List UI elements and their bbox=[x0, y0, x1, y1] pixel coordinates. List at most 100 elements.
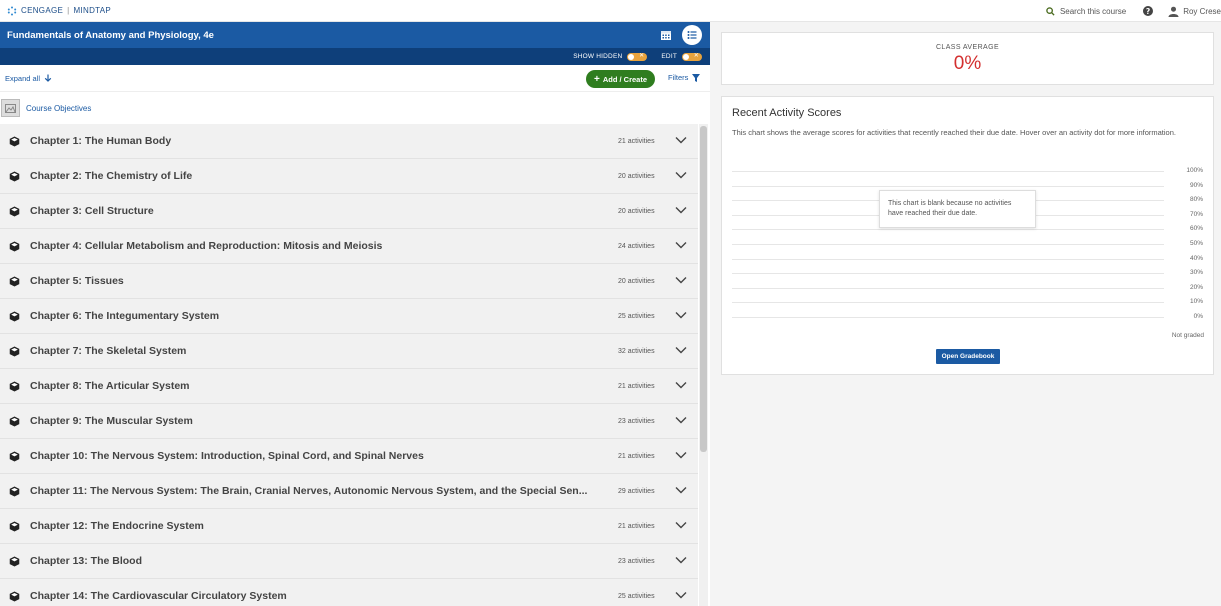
chart-gridline bbox=[732, 317, 1164, 318]
open-gradebook-button[interactable]: Open Gradebook bbox=[936, 349, 1000, 364]
brand-logo[interactable]: CENGAGE | MINDTAP bbox=[7, 6, 111, 16]
scrollbar[interactable] bbox=[699, 124, 708, 606]
chevron-down-icon[interactable] bbox=[675, 556, 687, 564]
edit-switch[interactable] bbox=[682, 52, 702, 61]
chapter-title[interactable]: Chapter 4: Cellular Metabolism and Repro… bbox=[30, 240, 382, 252]
cube-icon bbox=[9, 380, 20, 392]
list-view-button[interactable] bbox=[682, 25, 702, 45]
chapter-title[interactable]: Chapter 14: The Cardiovascular Circulato… bbox=[30, 590, 287, 602]
cube-icon bbox=[9, 170, 20, 182]
chevron-down-icon[interactable] bbox=[675, 206, 687, 214]
chapter-title[interactable]: Chapter 10: The Nervous System: Introduc… bbox=[30, 450, 424, 462]
chevron-down-icon[interactable] bbox=[675, 171, 687, 179]
cube-icon bbox=[9, 205, 20, 217]
arrow-down-icon bbox=[44, 74, 52, 82]
expand-all-button[interactable]: Expand all bbox=[5, 74, 52, 83]
chapter-activity-count: 21 activities bbox=[618, 137, 655, 145]
course-panel: Fundamentals of Anatomy and Physiology, … bbox=[0, 22, 710, 606]
cube-icon bbox=[9, 275, 20, 287]
chapter-activity-count: 20 activities bbox=[618, 172, 655, 180]
chevron-down-icon[interactable] bbox=[675, 486, 687, 494]
plus-icon: + bbox=[593, 73, 600, 85]
chart-tick-label: 100% bbox=[1186, 167, 1203, 174]
chapter-activity-count: 21 activities bbox=[618, 452, 655, 460]
cube-icon bbox=[9, 520, 20, 532]
chart-tick-label: 60% bbox=[1189, 225, 1203, 233]
chapter-title[interactable]: Chapter 1: The Human Body bbox=[30, 135, 171, 147]
class-average-label: CLASS AVERAGE bbox=[935, 44, 1000, 51]
chapter-row[interactable]: Chapter 1: The Human Body 21 activities bbox=[0, 124, 698, 159]
chapter-row[interactable]: Chapter 6: The Integumentary System 25 ac… bbox=[0, 299, 698, 334]
image-placeholder-icon bbox=[1, 99, 20, 117]
chevron-down-icon[interactable] bbox=[675, 346, 687, 354]
chapter-title[interactable]: Chapter 5: Tissues bbox=[30, 275, 124, 287]
chevron-down-icon[interactable] bbox=[675, 276, 687, 284]
class-average-card: CLASS AVERAGE 0% bbox=[721, 32, 1214, 85]
recent-activity-scores-card: Recent Activity Scores This chart shows … bbox=[721, 96, 1214, 375]
search-course-link[interactable]: Search this course bbox=[1046, 7, 1126, 16]
chart-tick-label: 40% bbox=[1189, 254, 1203, 262]
chapter-title[interactable]: Chapter 8: The Articular System bbox=[30, 380, 190, 392]
chevron-down-icon[interactable] bbox=[675, 521, 687, 529]
user-name: Roy Crese bbox=[1183, 6, 1221, 16]
chapter-row[interactable]: Chapter 12: The Endocrine System 21 activ… bbox=[0, 509, 698, 544]
chapter-row[interactable]: Chapter 10: The Nervous System: Introduc… bbox=[0, 439, 698, 474]
chart-gridline bbox=[732, 229, 1164, 231]
show-hidden-switch[interactable] bbox=[627, 52, 648, 61]
chapter-title[interactable]: Chapter 11: The Nervous System: The Brai… bbox=[30, 485, 587, 497]
chapter-title[interactable]: Chapter 2: The Chemistry of Life bbox=[30, 170, 192, 182]
chevron-down-icon[interactable] bbox=[675, 381, 687, 389]
course-header: Fundamentals of Anatomy and Physiology, … bbox=[0, 22, 710, 48]
chevron-down-icon[interactable] bbox=[675, 241, 687, 249]
chart-tick-label: 0% bbox=[1193, 313, 1203, 320]
chevron-down-icon[interactable] bbox=[675, 311, 687, 319]
chevron-down-icon[interactable] bbox=[675, 136, 687, 144]
show-hidden-label: SHOW HIDDEN bbox=[573, 53, 623, 60]
filter-icon bbox=[692, 73, 701, 82]
chapter-row[interactable]: Chapter 8: The Articular System 21 activi… bbox=[0, 369, 698, 404]
course-objectives-link[interactable]: Course Objectives bbox=[26, 104, 91, 113]
chapter-activity-count: 29 activities bbox=[618, 487, 655, 495]
help-button[interactable]: ? bbox=[1143, 6, 1154, 16]
edit-label: EDIT bbox=[661, 53, 677, 60]
chapter-row[interactable]: Chapter 11: The Nervous System: The Brai… bbox=[0, 474, 698, 509]
calendar-icon[interactable] bbox=[660, 29, 672, 41]
chapter-row[interactable]: Chapter 3: Cell Structure 20 activities bbox=[0, 194, 698, 229]
filters-button[interactable]: Filters bbox=[668, 73, 701, 82]
chevron-down-icon[interactable] bbox=[675, 451, 687, 459]
chapter-title[interactable]: Chapter 3: Cell Structure bbox=[30, 205, 154, 217]
scores-title: Recent Activity Scores bbox=[732, 107, 842, 119]
chapter-row[interactable]: Chapter 14: The Cardiovascular Circulato… bbox=[0, 579, 698, 606]
scrollbar-thumb[interactable] bbox=[700, 126, 707, 452]
chapter-title[interactable]: Chapter 9: The Muscular System bbox=[30, 415, 193, 427]
chapter-activity-count: 24 activities bbox=[618, 242, 655, 250]
chapter-row[interactable]: Chapter 5: Tissues 20 activities bbox=[0, 264, 698, 299]
chevron-down-icon[interactable] bbox=[675, 591, 687, 599]
chapter-activity-count: 20 activities bbox=[618, 207, 655, 215]
empty-chart-message: This chart is blank because no activitie… bbox=[879, 190, 1036, 228]
chapter-activity-count: 25 activities bbox=[618, 592, 655, 600]
add-create-button[interactable]: + Add / Create bbox=[586, 70, 655, 88]
chapter-title[interactable]: Chapter 13: The Blood bbox=[30, 555, 142, 567]
chapter-row[interactable]: Chapter 7: The Skeletal System 32 activit… bbox=[0, 334, 698, 369]
edit-toggle[interactable]: EDIT bbox=[661, 52, 702, 61]
chart-gridline bbox=[732, 273, 1164, 275]
chapter-row[interactable]: Chapter 4: Cellular Metabolism and Repro… bbox=[0, 229, 698, 264]
show-hidden-toggle[interactable]: SHOW HIDDEN bbox=[573, 52, 648, 61]
chapter-row[interactable]: Chapter 2: The Chemistry of Life 20 activ… bbox=[0, 159, 698, 194]
chapter-title[interactable]: Chapter 7: The Skeletal System bbox=[30, 345, 186, 357]
chapter-activity-count: 25 activities bbox=[618, 312, 655, 320]
list-icon bbox=[687, 31, 697, 39]
user-menu[interactable]: Roy Crese bbox=[1168, 6, 1221, 17]
expand-all-label: Expand all bbox=[5, 73, 41, 83]
chart-tick-label: 90% bbox=[1189, 181, 1203, 189]
chapter-title[interactable]: Chapter 6: The Integumentary System bbox=[30, 310, 219, 322]
chapter-title[interactable]: Chapter 12: The Endocrine System bbox=[30, 520, 204, 532]
course-objectives-row[interactable]: Course Objectives bbox=[0, 92, 710, 124]
cube-icon bbox=[9, 555, 20, 567]
search-course-label: Search this course bbox=[1059, 6, 1127, 16]
chapter-row[interactable]: Chapter 13: The Blood 23 activities bbox=[0, 544, 698, 579]
chapter-activity-count: 21 activities bbox=[618, 382, 655, 390]
chapter-row[interactable]: Chapter 9: The Muscular System 23 activit… bbox=[0, 404, 698, 439]
chevron-down-icon[interactable] bbox=[675, 416, 687, 424]
